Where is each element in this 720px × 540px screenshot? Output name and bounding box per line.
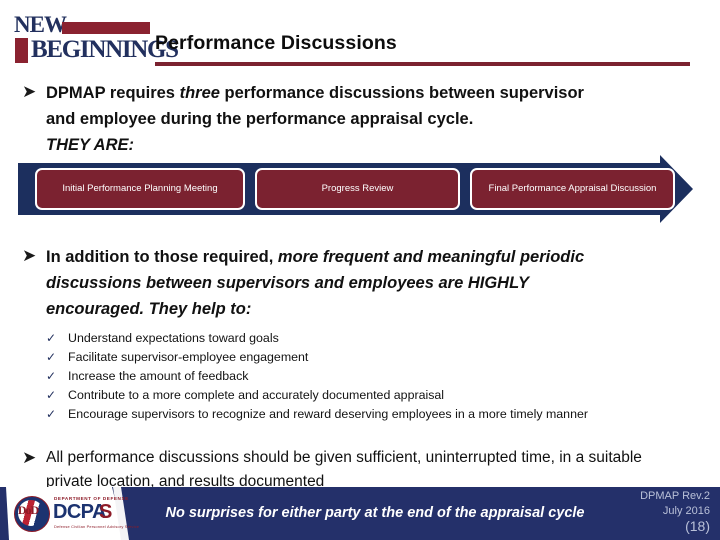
logo-text-new: NEW <box>14 12 67 37</box>
bullet-3-line-1: All performance discussions should be gi… <box>46 449 642 466</box>
list-item: ✓ Increase the amount of feedback <box>46 368 706 386</box>
page-title: Performance Discussions <box>155 32 397 54</box>
bullet-2-line-2: discussions between supervisors and empl… <box>46 274 529 292</box>
footer-date: July 2016 <box>662 505 710 517</box>
benefits-checklist: ✓ Understand expectations toward goals ✓… <box>46 330 706 425</box>
list-item-label: Facilitate supervisor-employee engagemen… <box>68 350 309 364</box>
list-item-label: Contribute to a more complete and accura… <box>68 388 445 402</box>
list-item: ✓ Contribute to a more complete and accu… <box>46 387 706 405</box>
seal-letters: DoD <box>17 502 39 517</box>
slide-canvas: NEW BEGINNINGS Performance Discussions ➤… <box>0 0 720 540</box>
process-step-3[interactable]: Final Performance Appraisal Discussion <box>470 168 675 210</box>
list-item: ✓ Facilitate supervisor-employee engagem… <box>46 349 706 367</box>
list-item: ✓ Encourage supervisors to recognize and… <box>46 406 706 424</box>
footer-revision: DPMAP Rev.2 <box>640 490 710 502</box>
dcpas-logo: DoD DEPARTMENT OF DEFENSE DCPA S Defense… <box>14 488 139 536</box>
title-underline-rule <box>155 62 690 66</box>
bullet-2-line-1: In addition to those required, more freq… <box>46 248 585 266</box>
check-icon: ✓ <box>46 350 57 364</box>
dcpas-subtitle: Defense Civilian Personnel Advisory Serv… <box>54 524 140 529</box>
dcpas-acronym-s: S <box>99 501 113 523</box>
footer-page-number: (18) <box>685 518 710 534</box>
dod-seal-icon: DoD <box>14 496 50 532</box>
bullet-block-2: In addition to those required, more freq… <box>46 244 706 322</box>
footer-tagline: No surprises for either party at the end… <box>165 505 585 521</box>
new-beginnings-logo: NEW BEGINNINGS <box>14 12 179 66</box>
bullet-1-line-1: DPMAP requires three performance discuss… <box>46 84 584 102</box>
list-item-label: Understand expectations toward goals <box>68 331 279 345</box>
bullet-marker-2: ➤ <box>22 246 37 266</box>
bullet-block-1: DPMAP requires three performance discuss… <box>46 80 696 158</box>
check-icon: ✓ <box>46 407 57 421</box>
bullet-marker-3: ➤ <box>22 448 37 468</box>
list-item: ✓ Understand expectations toward goals <box>46 330 706 348</box>
footer-metadata: DPMAP Rev.2 July 2016 (18) <box>640 489 710 534</box>
check-icon: ✓ <box>46 388 57 402</box>
logo-red-square <box>15 38 28 63</box>
check-icon: ✓ <box>46 331 57 345</box>
process-step-2[interactable]: Progress Review <box>255 168 460 210</box>
process-step-1[interactable]: Initial Performance Planning Meeting <box>35 168 245 210</box>
list-item-label: Encourage supervisors to recognize and r… <box>68 407 588 421</box>
bullet-1-line-2: and employee during the performance appr… <box>46 110 474 128</box>
check-icon: ✓ <box>46 369 57 383</box>
bullet-marker-1: ➤ <box>22 82 37 102</box>
dcpas-acronym: DCPA <box>53 501 106 523</box>
bullet-2-line-3: encouraged. They help to: <box>46 300 252 318</box>
list-item-label: Increase the amount of feedback <box>68 369 249 383</box>
process-arrow-diagram: Initial Performance Planning Meeting Pro… <box>18 155 693 223</box>
logo-red-bar <box>62 22 150 34</box>
